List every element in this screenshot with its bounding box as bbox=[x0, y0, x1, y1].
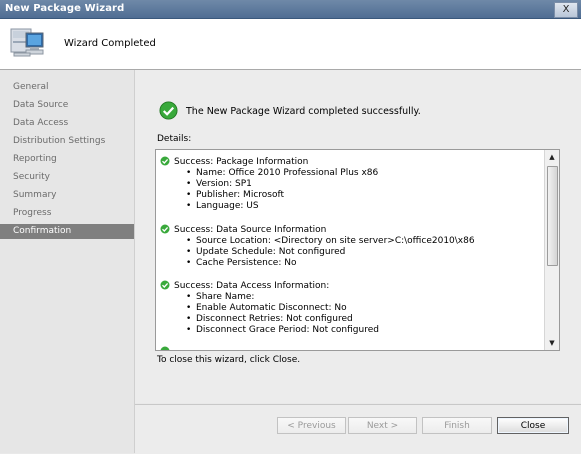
scroll-thumb[interactable] bbox=[547, 166, 558, 266]
wizard-steps-sidebar: General Data Source Data Access Distribu… bbox=[0, 70, 135, 453]
success-check-icon bbox=[160, 346, 170, 350]
success-message: The New Package Wizard completed success… bbox=[186, 106, 421, 117]
success-check-icon bbox=[160, 280, 170, 290]
success-check-icon bbox=[159, 101, 178, 120]
title-bar: New Package Wizard X bbox=[0, 0, 581, 19]
step-summary[interactable]: Summary bbox=[0, 188, 134, 203]
step-distribution-settings[interactable]: Distribution Settings bbox=[0, 134, 134, 149]
detail-item: Language: US bbox=[186, 201, 378, 212]
previous-button[interactable]: < Previous bbox=[277, 417, 346, 434]
details-scrollbar[interactable]: ▲ ▼ bbox=[544, 150, 559, 350]
wizard-header: Wizard Completed bbox=[0, 19, 581, 70]
finish-button[interactable]: Finish bbox=[422, 417, 492, 434]
close-button[interactable]: Close bbox=[497, 417, 569, 434]
details-label: Details: bbox=[157, 134, 192, 144]
section-heading: Success: Data Source Information bbox=[174, 225, 327, 235]
detail-item: Enable Automatic Disconnect: No bbox=[186, 303, 379, 314]
detail-item: Source Location: <Directory on site serv… bbox=[186, 236, 475, 247]
step-progress[interactable]: Progress bbox=[0, 206, 134, 221]
step-data-access[interactable]: Data Access bbox=[0, 116, 134, 131]
success-check-icon bbox=[160, 224, 170, 234]
step-security[interactable]: Security bbox=[0, 170, 134, 185]
detail-item: Disconnect Retries: Not configured bbox=[186, 314, 379, 325]
step-reporting[interactable]: Reporting bbox=[0, 152, 134, 167]
window-title: New Package Wizard bbox=[5, 3, 125, 14]
detail-item: Version: SP1 bbox=[186, 179, 378, 190]
details-content: Success: Package Information Name: Offic… bbox=[156, 150, 541, 350]
close-instruction: To close this wizard, click Close. bbox=[157, 355, 301, 365]
section-heading: Success: Data Access Information: bbox=[174, 281, 330, 291]
detail-item: Cache Persistence: No bbox=[186, 258, 475, 269]
step-general[interactable]: General bbox=[0, 80, 134, 95]
next-button[interactable]: Next > bbox=[348, 417, 417, 434]
success-check-icon bbox=[160, 156, 170, 166]
details-list[interactable]: Success: Package Information Name: Offic… bbox=[155, 149, 560, 351]
detail-item: Name: Office 2010 Professional Plus x86 bbox=[186, 168, 378, 179]
detail-item: Disconnect Grace Period: Not configured bbox=[186, 325, 379, 336]
scroll-up-arrow-icon[interactable]: ▲ bbox=[545, 151, 559, 163]
detail-item: Share Name: bbox=[186, 292, 379, 303]
computer-icon bbox=[10, 28, 44, 57]
detail-item: Publisher: Microsoft bbox=[186, 190, 378, 201]
section-heading: Success: Package Information bbox=[174, 157, 309, 167]
step-data-source[interactable]: Data Source bbox=[0, 98, 134, 113]
scroll-down-arrow-icon[interactable]: ▼ bbox=[545, 337, 559, 349]
step-confirmation[interactable]: Confirmation bbox=[0, 224, 134, 239]
window-close-button[interactable]: X bbox=[554, 2, 578, 18]
detail-item: Update Schedule: Not configured bbox=[186, 247, 475, 258]
header-title: Wizard Completed bbox=[64, 38, 156, 49]
